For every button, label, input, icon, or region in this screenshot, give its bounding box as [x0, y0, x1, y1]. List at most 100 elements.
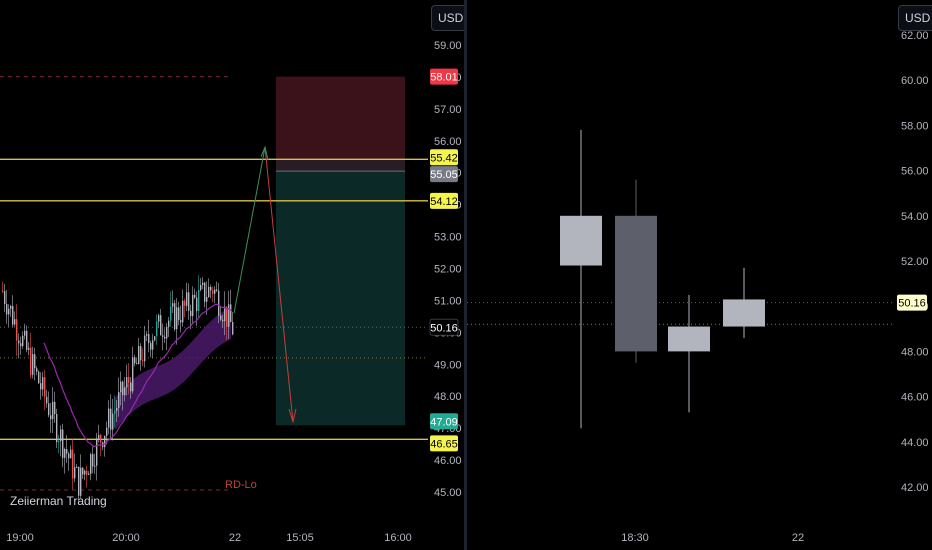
- candle-body[interactable]: [212, 290, 214, 294]
- candle-body[interactable]: [90, 454, 92, 474]
- candle-body[interactable]: [156, 321, 158, 337]
- candle-body[interactable]: [142, 360, 144, 362]
- candle-body[interactable]: [178, 307, 180, 321]
- candle-body[interactable]: [56, 414, 58, 443]
- candle-body[interactable]: [10, 306, 12, 309]
- candle-body[interactable]: [46, 396, 48, 404]
- candle-body[interactable]: [144, 335, 146, 362]
- candle-body[interactable]: [40, 383, 42, 390]
- candle-body[interactable]: [202, 282, 204, 285]
- candle-body[interactable]: [560, 215, 602, 266]
- candle-body[interactable]: [148, 333, 150, 344]
- candle-body[interactable]: [188, 292, 190, 311]
- candle-body[interactable]: [174, 303, 176, 330]
- candle-body[interactable]: [723, 299, 765, 327]
- candle-body[interactable]: [98, 434, 100, 439]
- candle-body[interactable]: [108, 408, 110, 428]
- candle-body[interactable]: [230, 304, 232, 323]
- candle-body[interactable]: [226, 306, 228, 327]
- price-tag-55-05[interactable]: 55.05: [430, 166, 458, 183]
- candle-body[interactable]: [48, 403, 50, 416]
- candle-body[interactable]: [128, 377, 130, 383]
- candle-body[interactable]: [72, 449, 74, 479]
- candle-body[interactable]: [8, 308, 10, 315]
- candle-body[interactable]: [172, 303, 174, 307]
- candle-body[interactable]: [112, 413, 114, 430]
- candle-body[interactable]: [170, 306, 172, 321]
- candle-body[interactable]: [218, 290, 220, 316]
- candle-body[interactable]: [130, 382, 132, 392]
- candle-body[interactable]: [198, 289, 200, 312]
- candle-body[interactable]: [76, 466, 78, 468]
- price-tag-54-12[interactable]: 54.12: [430, 192, 458, 209]
- candle-body[interactable]: [42, 377, 44, 390]
- candle-body[interactable]: [186, 292, 188, 306]
- candle-body[interactable]: [210, 286, 212, 291]
- candle-body[interactable]: [132, 357, 134, 392]
- candle-body[interactable]: [106, 427, 108, 436]
- candle-body[interactable]: [166, 326, 168, 339]
- candle-body[interactable]: [164, 336, 166, 339]
- candle-body[interactable]: [62, 429, 64, 458]
- candle-body[interactable]: [114, 410, 116, 414]
- right-currency-button[interactable]: USD: [898, 5, 932, 31]
- candle-body[interactable]: [68, 453, 70, 459]
- candle-body[interactable]: [134, 357, 136, 364]
- candle-body[interactable]: [66, 449, 68, 454]
- candle-body[interactable]: [84, 470, 86, 475]
- candle-body[interactable]: [34, 354, 36, 369]
- candle-body[interactable]: [86, 470, 88, 475]
- candle-body[interactable]: [120, 381, 122, 393]
- candle-body[interactable]: [26, 330, 28, 350]
- candle-body[interactable]: [200, 284, 202, 290]
- candle-body[interactable]: [14, 319, 16, 325]
- candle-body[interactable]: [228, 304, 230, 327]
- candle-body[interactable]: [60, 429, 62, 442]
- candle-body[interactable]: [668, 326, 710, 352]
- candle-body[interactable]: [140, 346, 142, 361]
- right-chart-canvas[interactable]: 62.0060.0058.0056.0054.0052.0050.0048.00…: [467, 0, 932, 550]
- candle-body[interactable]: [138, 346, 140, 364]
- candle-body[interactable]: [88, 473, 90, 475]
- candle-body[interactable]: [24, 330, 26, 336]
- candle-body[interactable]: [222, 319, 224, 322]
- candle-body[interactable]: [158, 315, 160, 322]
- candle-body[interactable]: [36, 368, 38, 372]
- candle-body[interactable]: [184, 300, 186, 306]
- candle-body[interactable]: [176, 307, 178, 330]
- candle-body[interactable]: [182, 300, 184, 323]
- candle-body[interactable]: [214, 289, 216, 294]
- candle-body[interactable]: [94, 465, 96, 467]
- candle-body[interactable]: [100, 434, 102, 443]
- candle-body[interactable]: [154, 336, 156, 341]
- candle-body[interactable]: [52, 401, 54, 420]
- candle-body[interactable]: [118, 392, 120, 409]
- candle-body[interactable]: [80, 467, 82, 496]
- candle-body[interactable]: [615, 215, 657, 352]
- right-price-tag[interactable]: 50.16: [897, 294, 927, 311]
- left-chart-pane[interactable]: 59.0058.0057.0056.0055.0054.0053.0052.00…: [0, 0, 471, 550]
- candle-body[interactable]: [32, 354, 34, 375]
- candle-body[interactable]: [192, 294, 194, 317]
- candle-body[interactable]: [82, 467, 84, 475]
- stop-loss-zone[interactable]: [276, 76, 405, 160]
- candle-body[interactable]: [190, 310, 192, 317]
- right-chart-pane[interactable]: 62.0060.0058.0056.0054.0052.0050.0048.00…: [467, 0, 932, 550]
- candle-body[interactable]: [104, 435, 106, 448]
- candle-body[interactable]: [206, 297, 208, 302]
- candle-body[interactable]: [70, 449, 72, 459]
- candle-body[interactable]: [116, 408, 118, 411]
- candle-body[interactable]: [146, 333, 148, 336]
- candle-body[interactable]: [168, 320, 170, 327]
- price-tag-50-16[interactable]: 50.16: [429, 318, 459, 336]
- candle-body[interactable]: [204, 282, 206, 302]
- price-tag-58-01[interactable]: 58.01: [430, 68, 458, 85]
- candle-body[interactable]: [38, 371, 40, 384]
- candle-body[interactable]: [216, 289, 218, 291]
- candle-body[interactable]: [122, 381, 124, 396]
- candle-body[interactable]: [22, 335, 24, 347]
- candle-body[interactable]: [44, 377, 46, 397]
- candle-body[interactable]: [30, 347, 32, 375]
- candle-body[interactable]: [196, 297, 198, 312]
- candle-body[interactable]: [162, 335, 164, 337]
